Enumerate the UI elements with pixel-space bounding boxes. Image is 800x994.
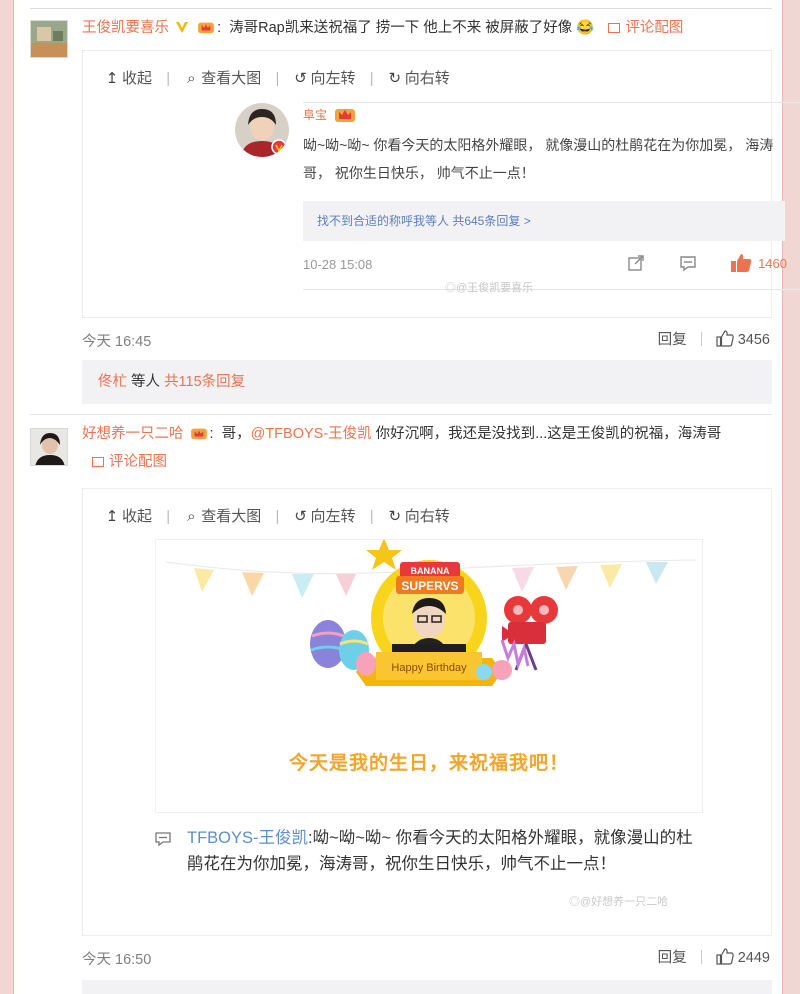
view-large-button[interactable]: ⌕ 查看大图 — [184, 505, 261, 526]
comment-username[interactable]: 王俊凯要喜乐 — [82, 20, 169, 36]
svg-text:Happy Birthday: Happy Birthday — [391, 662, 467, 674]
reply-count-link[interactable]: 共115条回复 — [164, 374, 245, 390]
image-icon — [92, 457, 104, 467]
image-viewer-panel: ↥ 收起 | ⌕ 查看大图 | ↺ 向左转 | ↻ 向右转 阜宝 呦~呦~呦~ … — [82, 50, 800, 318]
comment-icon — [680, 256, 696, 272]
thumbs-up-icon — [731, 254, 752, 272]
collapse-arrow-icon: ↥ — [105, 70, 119, 87]
replies-bar-partial[interactable] — [82, 980, 772, 994]
image-viewer-panel: ↥ 收起 | ⌕ 查看大图 | ↺ 向左转 | ↻ 向右转 BANANA SUP… — [82, 488, 772, 936]
collapse-arrow-icon: ↥ — [105, 508, 119, 525]
image-toolbar: ↥ 收起 | ⌕ 查看大图 | ↺ 向左转 | ↻ 向右转 — [105, 505, 450, 526]
rotate-left-icon: ↺ — [294, 70, 307, 87]
laughing-emoji-icon: 😂 — [576, 20, 595, 36]
comment-actions: 回复 3456 — [658, 328, 770, 349]
comment-image[interactable]: 阜宝 呦~呦~呦~ 你看今天的太阳格外耀眼， 就像漫山的杜鹃花在为你加冕， 海涛… — [219, 102, 800, 295]
share-icon — [628, 255, 644, 271]
member-crown-icon — [198, 22, 214, 34]
rotate-left-button[interactable]: ↺ 向左转 — [294, 67, 355, 88]
rotate-right-icon: ↻ — [388, 70, 402, 87]
svg-text:SUPERVS: SUPERVS — [401, 579, 458, 593]
top-divider — [30, 8, 772, 9]
replies-bar[interactable]: 佟杧 等人 共115条回复 — [82, 360, 772, 404]
image-like-count: 1460 — [758, 255, 787, 271]
image-watermark: ◎@王俊凯要喜乐 — [445, 282, 534, 294]
comment-pic-link[interactable]: 评论配图 — [608, 20, 683, 36]
rotate-left-button[interactable]: ↺ 向左转 — [294, 505, 355, 526]
like-count: 2449 — [737, 950, 770, 966]
birthday-card-image[interactable]: BANANA SUPERVS Happy Birthday 今天是我的生日，来祝… — [155, 539, 703, 813]
comment-timestamp: 今天 16:50 — [82, 952, 152, 968]
crown-icon — [335, 109, 356, 122]
image-user-name: 阜宝 — [303, 105, 356, 123]
image-reply-link: 找不到合适的称呼我等人 共645条回复 > — [303, 201, 785, 241]
image-user-avatar — [235, 103, 289, 157]
reply-button[interactable]: 回复 — [658, 332, 687, 348]
collapse-button[interactable]: ↥ 收起 — [105, 67, 152, 88]
comment-body: 涛哥Rap凯来送祝福了 捞一下 他上不来 被屏蔽了好像 — [229, 20, 573, 36]
image-watermark: ◎@好想养一只二哈 — [569, 896, 669, 908]
comment-actions: 回复 2449 — [658, 946, 770, 967]
comment-pic-link[interactable]: 评论配图 — [92, 454, 167, 470]
image-action-icons: 1460 — [597, 253, 787, 273]
comment-divider — [30, 414, 772, 415]
member-crown-icon — [190, 428, 207, 440]
like-icon[interactable] — [716, 948, 734, 965]
like-icon[interactable] — [716, 330, 734, 347]
rotate-right-button[interactable]: ↻ 向右转 — [388, 505, 450, 526]
image-icon — [608, 23, 621, 33]
image-author: TFBOYS-王俊凯 — [187, 829, 309, 847]
view-large-button[interactable]: ⌕ 查看大图 — [184, 67, 261, 88]
weibo-logo-icon: ◎ — [445, 282, 456, 294]
comment-timestamp: 今天 16:45 — [82, 334, 152, 350]
reply-user[interactable]: 佟杧 — [98, 374, 127, 390]
avatar[interactable] — [30, 428, 68, 466]
birthday-illustration: BANANA SUPERVS Happy Birthday — [165, 540, 697, 686]
comment-text: 王俊凯要喜乐 : 涛哥Rap凯来送祝福了 捞一下 他上不来 被屏蔽了好像 😂 评… — [82, 20, 684, 36]
comment-text: 好想养一只二哈 : 哥，@TFBOYS-王俊凯 你好沉啊，我还是没找到...这是… — [82, 426, 722, 470]
svg-text:BANANA: BANANA — [411, 566, 450, 576]
page-left-edge — [0, 0, 14, 994]
avatar[interactable] — [30, 20, 68, 58]
comment-username[interactable]: 好想养一只二哈 — [82, 426, 184, 442]
image-toolbar: ↥ 收起 | ⌕ 查看大图 | ↺ 向左转 | ↻ 向右转 — [105, 67, 450, 88]
image-comment-body: 呦~呦~呦~ 你看今天的太阳格外耀眼， 就像漫山的杜鹃花在为你加冕， 海涛哥， … — [303, 137, 774, 181]
image-timestamp: 10-28 15:08 — [303, 257, 373, 272]
collapse-button[interactable]: ↥ 收起 — [105, 505, 152, 526]
search-icon: ⌕ — [187, 508, 196, 525]
verified-v-icon — [176, 22, 189, 33]
mention-link[interactable]: @TFBOYS-王俊凯 — [251, 426, 372, 442]
card-title: 今天是我的生日，来祝福我吧！ — [288, 753, 569, 774]
reply-button[interactable]: 回复 — [658, 950, 687, 966]
like-count: 3456 — [737, 332, 770, 348]
rotate-right-icon: ↻ — [388, 508, 402, 525]
rotate-right-button[interactable]: ↻ 向右转 — [388, 67, 450, 88]
weibo-logo-icon: ◎ — [569, 896, 580, 908]
comment-icon — [155, 832, 171, 847]
search-icon: ⌕ — [187, 70, 196, 87]
image-comment-body: TFBOYS-王俊凯:呦~呦~呦~ 你看今天的太阳格外耀眼，就像漫山的杜鹃花在为… — [187, 829, 693, 873]
rotate-left-icon: ↺ — [294, 508, 307, 525]
